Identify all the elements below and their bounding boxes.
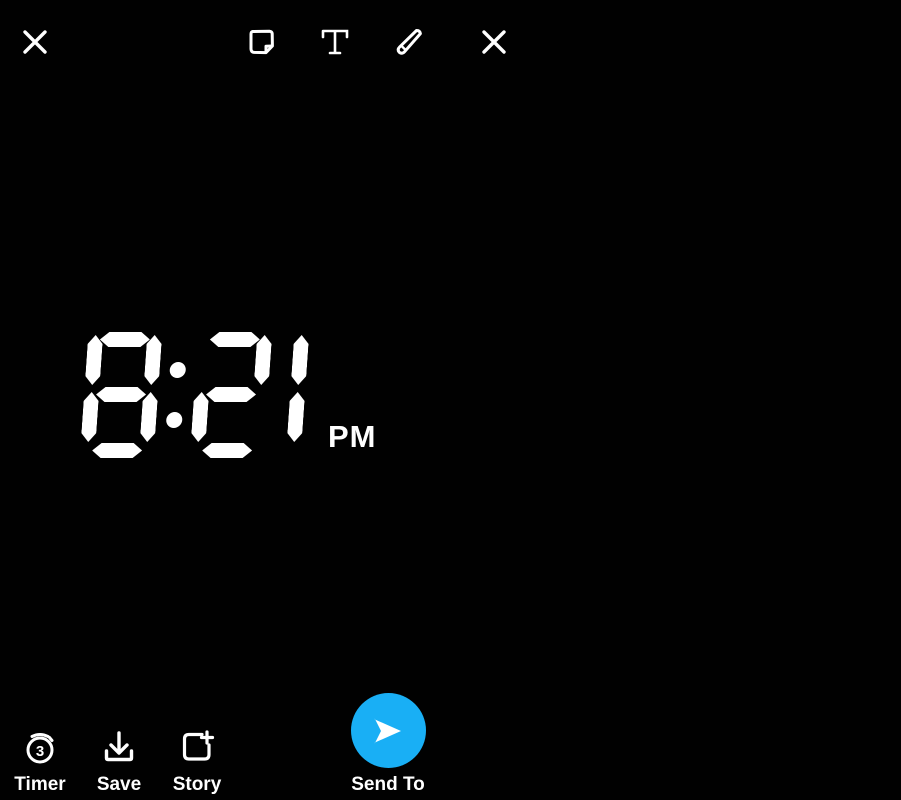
timer-button[interactable]: 3 Timer [0, 725, 82, 794]
save-label: Save [96, 774, 142, 795]
send-to-button[interactable]: Send To [305, 693, 450, 794]
story-button[interactable]: Story [155, 725, 239, 794]
draw-tool-button[interactable] [387, 20, 431, 64]
digital-clock-digits [80, 332, 325, 458]
clock-overlay-sticker[interactable]: PM [84, 332, 377, 458]
top-toolbar-left [0, 0, 450, 84]
pencil-icon [396, 28, 422, 55]
text-tool-icon [321, 29, 349, 55]
screenshot-stage: PM MPH 3 Timer [0, 0, 901, 800]
text-tool-button[interactable] [313, 20, 357, 64]
timer-label: Timer [14, 774, 66, 795]
bottom-toolbar-right: 3 Timer Save [450, 688, 901, 800]
close-x-icon [482, 30, 506, 54]
add-to-story-icon [178, 725, 216, 769]
bottom-toolbar-left: 3 Timer Save Story Send To [0, 688, 450, 800]
send-to-label: Send To [351, 774, 425, 795]
svg-text:3: 3 [36, 743, 44, 760]
sticker-icon [249, 29, 274, 55]
story-label: Story [172, 774, 222, 795]
save-button[interactable]: Save [77, 725, 161, 794]
top-toolbar-right [450, 0, 901, 84]
clock-meridiem: PM [328, 419, 377, 454]
clock-digit-minutes-ones [270, 332, 319, 458]
clock-digit-hours [80, 332, 163, 458]
sticker-button[interactable] [240, 20, 284, 64]
capture-preview-panel-right: 3 Timer Save [450, 0, 901, 800]
capture-preview-panel-left: PM MPH 3 Timer [0, 0, 450, 800]
close-x-icon [23, 30, 47, 54]
timer-icon: 3 [21, 725, 59, 769]
send-arrow-icon [350, 693, 426, 768]
close-button[interactable] [472, 20, 516, 64]
download-icon [100, 725, 138, 769]
close-button[interactable] [13, 20, 57, 64]
clock-digit-minutes-tens [190, 332, 273, 458]
clock-colon [160, 332, 195, 458]
